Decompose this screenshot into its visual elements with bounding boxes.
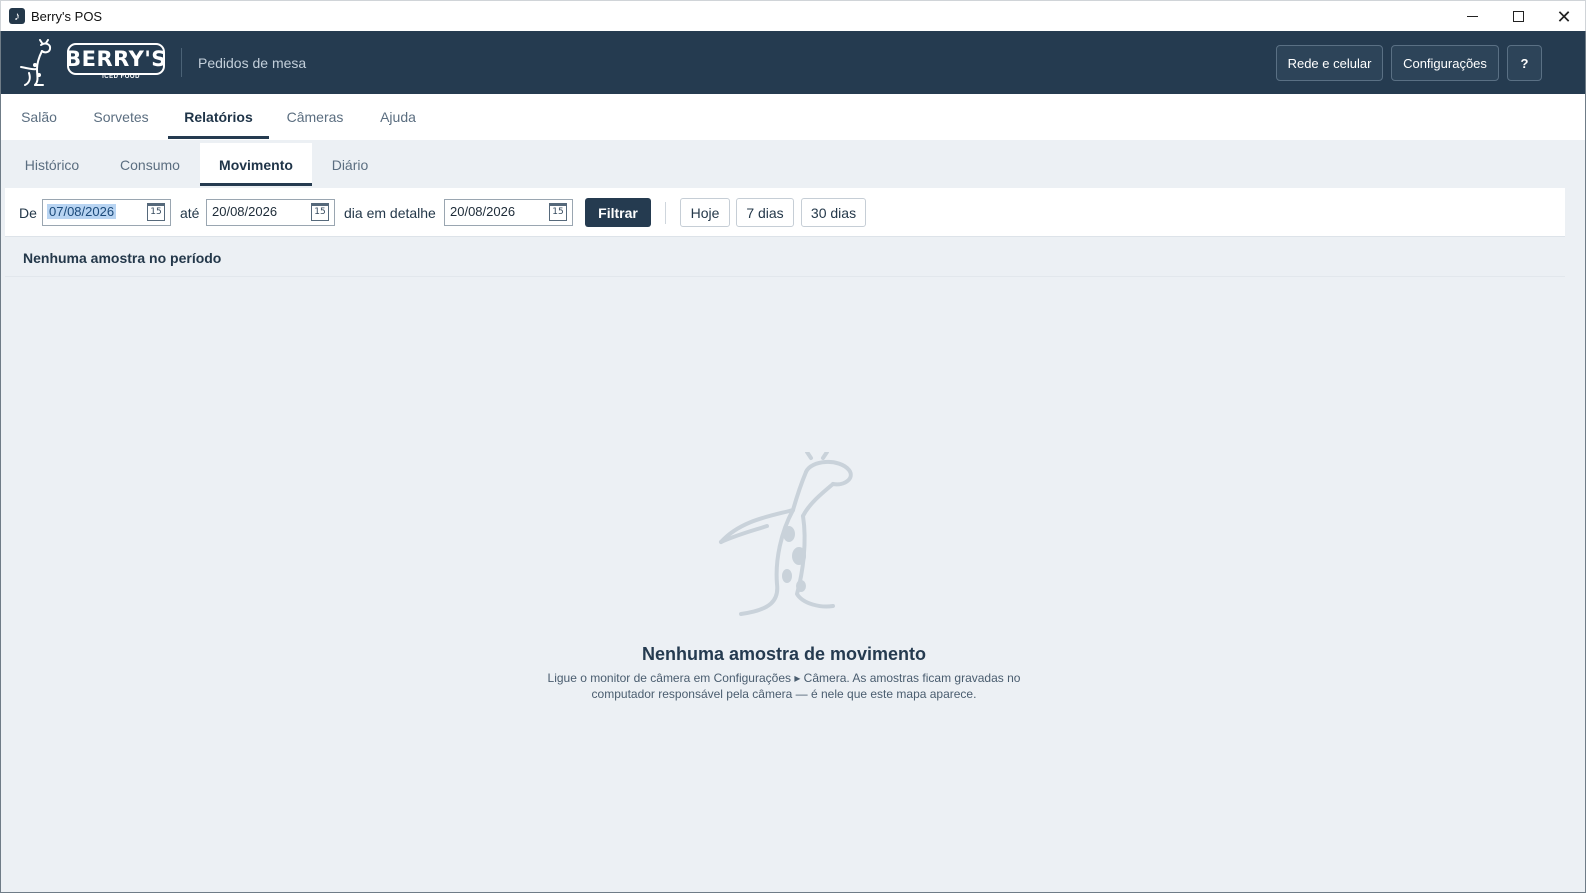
detail-date-field[interactable]: 20/08/2026 15 (444, 199, 573, 226)
cow-mascot-illustration-icon (719, 452, 853, 616)
main-tabs: Salão Sorvetes Relatórios Câmeras Ajuda (1, 94, 1585, 140)
tab-ajuda[interactable]: Ajuda (366, 94, 430, 140)
subtab-consumo[interactable]: Consumo (105, 143, 195, 186)
to-date-field[interactable]: 20/08/2026 15 (206, 199, 335, 226)
detail-day-label: dia em detalhe (344, 205, 436, 221)
from-date-value: 07/08/2026 (47, 204, 117, 219)
maximize-icon (1512, 11, 1524, 22)
sub-tabs: Histórico Consumo Movimento Diário (1, 140, 1585, 187)
header-subtitle: Pedidos de mesa (198, 55, 307, 71)
minimize-button[interactable] (1449, 1, 1495, 32)
window-titlebar: ♪ Berry's POS ✕ (0, 0, 1586, 31)
from-date-field[interactable]: 07/08/2026 15 (42, 199, 171, 226)
window-title: Berry's POS (31, 9, 103, 24)
subtab-diario[interactable]: Diário (319, 143, 381, 186)
from-label: De (19, 205, 37, 221)
calendar-icon[interactable]: 15 (147, 203, 165, 221)
header-divider (181, 48, 182, 77)
calendar-icon[interactable]: 15 (549, 203, 567, 221)
calendar-icon[interactable]: 15 (311, 203, 329, 221)
no-sample-status: Nenhuma amostra no período (23, 250, 222, 266)
empty-state-title: Nenhuma amostra de movimento (641, 644, 927, 664)
brand-logo-text: BERRY'S (65, 47, 167, 71)
to-date-value: 20/08/2026 (212, 204, 278, 219)
tab-cameras[interactable]: Câmeras (277, 94, 353, 140)
filter-button[interactable]: Filtrar (585, 198, 651, 227)
tab-sorvetes[interactable]: Sorvetes (81, 94, 161, 140)
30-days-button[interactable]: 30 dias (801, 198, 866, 227)
tab-relatorios[interactable]: Relatórios (168, 94, 269, 140)
content-area: Histórico Consumo Movimento Diário De 07… (1, 140, 1585, 892)
empty-state-description: Ligue o monitor de câmera em Configuraçõ… (534, 670, 1034, 702)
status-divider (5, 276, 1565, 277)
app-header: BERRY'S ICED FOOD Pedidos de mesa Rede e… (1, 31, 1585, 94)
filter-bar: De 07/08/2026 15 até 20/08/2026 15 dia e… (5, 188, 1565, 237)
close-icon: ✕ (1556, 6, 1572, 27)
brand-logo-subtext: ICED FOOD (102, 74, 140, 80)
filter-divider (665, 202, 666, 224)
detail-date-value: 20/08/2026 (450, 204, 516, 219)
cow-mascot-icon (20, 39, 52, 86)
empty-state-description-line2: computador responsável pela câmera — é n… (591, 687, 977, 701)
subtab-historico[interactable]: Histórico (9, 143, 95, 186)
empty-state-description-line1: Ligue o monitor de câmera em Configuraçõ… (547, 671, 1021, 685)
help-button[interactable]: ? (1507, 45, 1542, 81)
tab-salao[interactable]: Salão (7, 94, 71, 140)
brand-logo: BERRY'S (65, 43, 167, 75)
maximize-button[interactable] (1495, 1, 1541, 32)
app-icon: ♪ (9, 8, 25, 24)
network-button[interactable]: Rede e celular (1276, 45, 1383, 81)
subtab-movimento[interactable]: Movimento (200, 143, 312, 186)
today-button[interactable]: Hoje (680, 198, 730, 227)
to-label: até (180, 205, 200, 221)
minimize-icon (1466, 16, 1478, 17)
close-button[interactable]: ✕ (1541, 1, 1586, 32)
settings-button[interactable]: Configurações (1391, 45, 1499, 81)
7-days-button[interactable]: 7 dias (736, 198, 794, 227)
